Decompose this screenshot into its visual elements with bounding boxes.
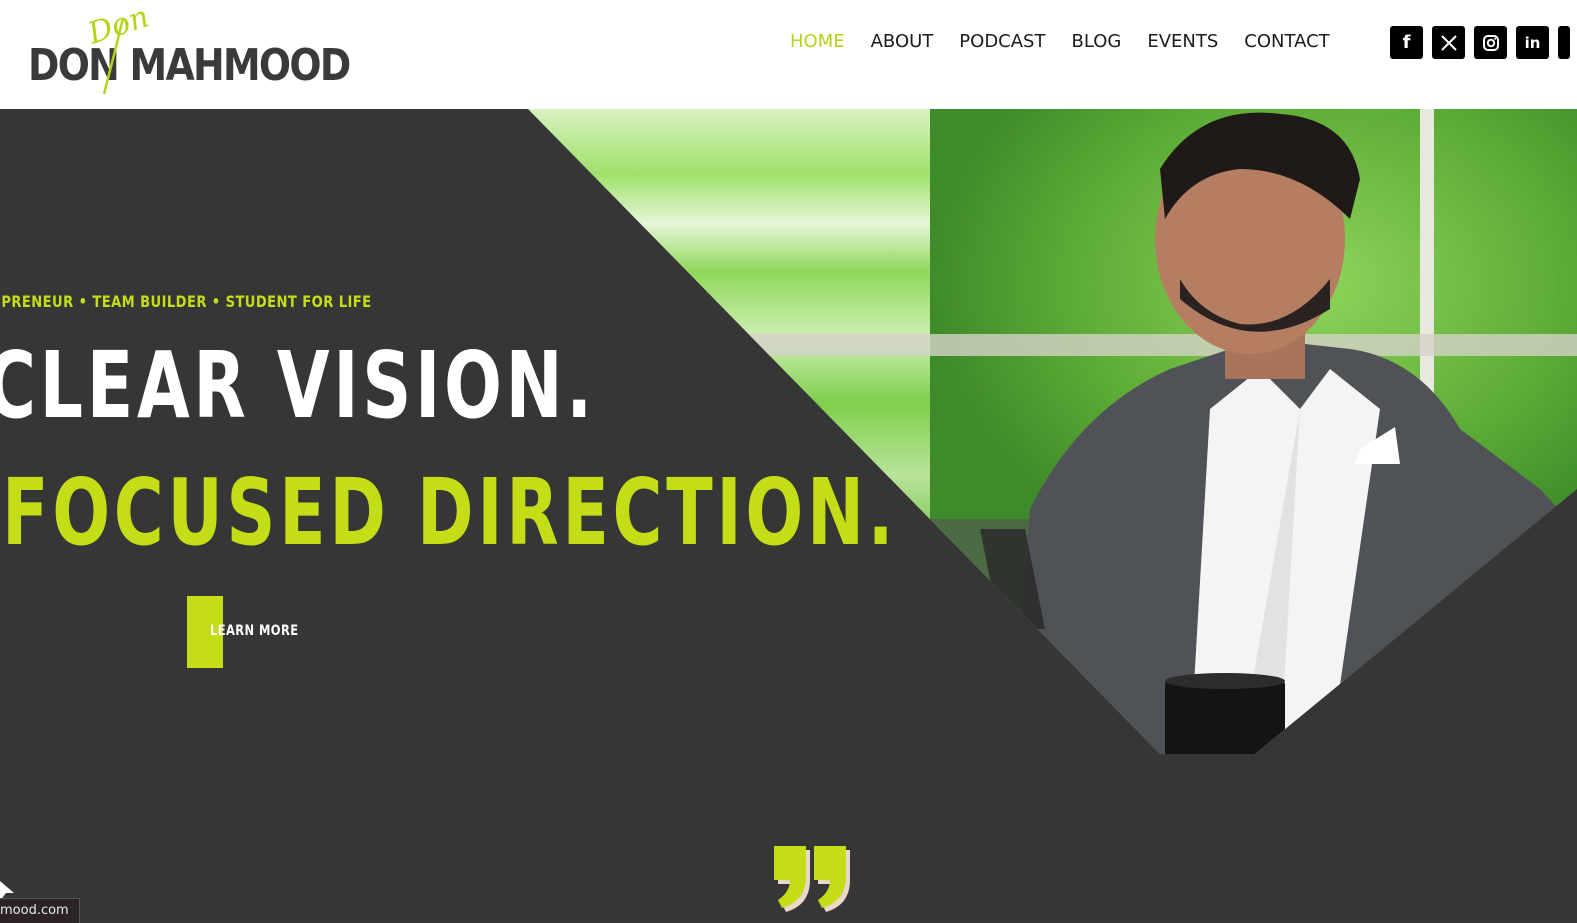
hero-tagline: EPRENEUR • TEAM BUILDER • STUDENT FOR LI…	[0, 292, 372, 311]
x-twitter-icon	[1440, 34, 1457, 51]
x-twitter-button[interactable]	[1432, 26, 1465, 59]
site-header: DON MAHMOOD Don HOME ABOUT PODCAST BLOG …	[0, 0, 1577, 109]
main-nav: HOME ABOUT PODCAST BLOG EVENTS CONTACT	[790, 30, 1356, 54]
hero-headline-line1: CLEAR VISION.	[0, 332, 596, 439]
facebook-icon: f	[1402, 32, 1411, 53]
social-button-partial[interactable]	[1558, 26, 1570, 59]
nav-blog[interactable]: BLOG	[1071, 30, 1121, 54]
hero-headline-line2: FOCUSED DIRECTION.	[2, 459, 898, 566]
facebook-button[interactable]: f	[1390, 26, 1423, 59]
learn-more-label: LEARN MORE	[210, 623, 299, 639]
nav-podcast[interactable]: PODCAST	[959, 30, 1045, 54]
nav-home[interactable]: HOME	[790, 30, 845, 54]
instagram-button[interactable]	[1474, 26, 1507, 59]
linkedin-icon: in	[1524, 33, 1541, 52]
hero-section: EPRENEUR • TEAM BUILDER • STUDENT FOR LI…	[0, 109, 1577, 923]
linkedin-button[interactable]: in	[1516, 26, 1549, 59]
nav-contact[interactable]: CONTACT	[1244, 30, 1329, 54]
site-logo[interactable]: DON MAHMOOD Don	[28, 0, 351, 98]
instagram-icon	[1482, 34, 1499, 51]
learn-more-button[interactable]: LEARN MORE	[187, 596, 307, 668]
social-links: f in	[1390, 26, 1570, 59]
quote-icon	[774, 846, 850, 912]
status-bar-url: mood.com	[0, 898, 80, 923]
nav-about[interactable]: ABOUT	[871, 30, 934, 54]
logo-signature-stroke	[102, 17, 125, 95]
nav-events[interactable]: EVENTS	[1147, 30, 1218, 54]
